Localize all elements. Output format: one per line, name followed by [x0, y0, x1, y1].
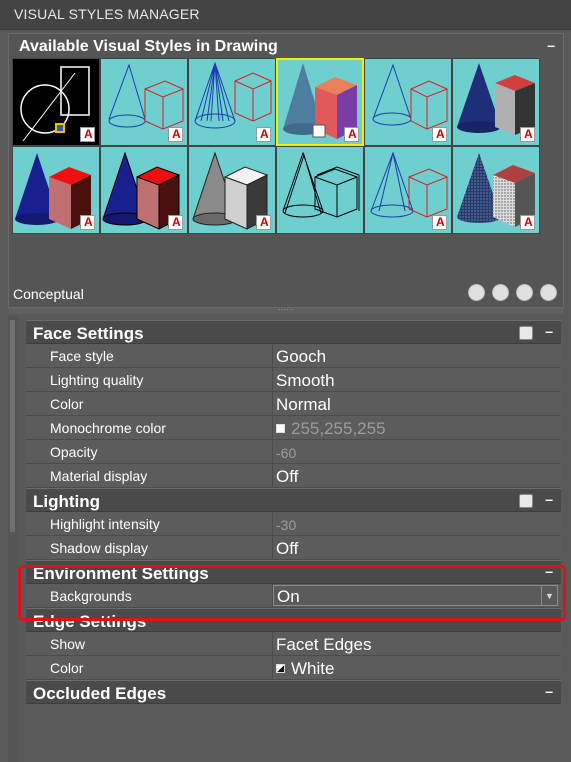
scrollbar-thumb[interactable] — [10, 320, 15, 532]
apply-to-viewport-icon[interactable] — [492, 284, 509, 301]
section-face-settings[interactable]: Face Settings – — [26, 320, 561, 344]
property-value[interactable]: Facet Edges — [273, 632, 561, 655]
property-row[interactable]: Color Normal — [26, 392, 561, 416]
available-styles-header[interactable]: Available Visual Styles in Drawing – — [9, 34, 563, 58]
autocad-logo-icon — [432, 127, 447, 142]
autocad-logo-icon — [520, 127, 535, 142]
style-thumb-shades-of-gray[interactable] — [188, 146, 276, 234]
property-value[interactable]: Off — [273, 464, 561, 487]
property-row[interactable]: Face style Gooch — [26, 344, 561, 368]
property-value[interactable]: 255,255,255 — [273, 416, 561, 439]
property-value[interactable]: -30 — [273, 512, 561, 535]
section-lighting[interactable]: Lighting – — [26, 488, 561, 512]
property-row[interactable]: Opacity -60 — [26, 440, 561, 464]
property-row[interactable]: Show Facet Edges — [26, 632, 561, 656]
autocad-logo-icon — [168, 127, 183, 142]
available-styles-panel: Available Visual Styles in Drawing – A A… — [8, 33, 564, 308]
property-label: Material display — [26, 464, 273, 487]
available-styles-title: Available Visual Styles in Drawing — [19, 38, 278, 55]
environment-highlight-box — [18, 565, 566, 621]
face-settings-toggle-icon[interactable] — [519, 326, 533, 340]
style-tool-icons — [468, 284, 557, 301]
style-thumb-conceptual[interactable] — [276, 58, 364, 146]
autocad-logo-icon — [80, 215, 95, 230]
monochrome-color-value: 255,255,255 — [291, 418, 386, 438]
property-row[interactable]: Lighting quality Smooth — [26, 368, 561, 392]
property-value[interactable]: -60 — [273, 440, 561, 463]
property-row[interactable]: Material display Off — [26, 464, 561, 488]
lighting-toggle-icon[interactable] — [519, 494, 533, 508]
export-to-palette-icon[interactable] — [516, 284, 533, 301]
property-label: Opacity — [26, 440, 273, 463]
property-row[interactable]: Monochrome color 255,255,255 — [26, 416, 561, 440]
property-value[interactable]: White — [273, 656, 561, 679]
property-label: Color — [26, 656, 273, 679]
color-swatch — [276, 424, 285, 433]
autocad-logo-icon — [256, 215, 271, 230]
style-thumbnail-grid — [12, 58, 540, 234]
style-thumb-textured[interactable] — [452, 58, 540, 146]
style-thumb-hidden[interactable] — [364, 58, 452, 146]
property-label: Color — [26, 392, 273, 415]
autocad-logo-icon — [432, 215, 447, 230]
autocad-logo-icon — [80, 127, 95, 142]
property-label: Highlight intensity — [26, 512, 273, 535]
section-title: Lighting — [33, 492, 101, 511]
property-row[interactable]: Highlight intensity -30 — [26, 512, 561, 536]
create-style-icon[interactable] — [468, 284, 485, 301]
style-thumb-shaded[interactable] — [12, 146, 100, 234]
properties-panel: Face Settings – Face style Gooch Lightin… — [26, 320, 561, 704]
property-label: Monochrome color — [26, 416, 273, 439]
autocad-logo-icon — [168, 215, 183, 230]
collapse-icon[interactable]: – — [545, 683, 553, 699]
section-title: Face Settings — [33, 324, 144, 343]
style-thumb-x-ray[interactable] — [364, 146, 452, 234]
autocad-logo-icon — [520, 215, 535, 230]
property-value[interactable]: Smooth — [273, 368, 561, 391]
property-row[interactable]: Color White — [26, 656, 561, 680]
edge-color-value: White — [291, 658, 335, 678]
property-value[interactable]: Gooch — [273, 344, 561, 367]
property-label: Show — [26, 632, 273, 655]
palette-title: VISUAL STYLES MANAGER — [0, 0, 571, 30]
property-label: Face style — [26, 344, 273, 367]
property-row[interactable]: Shadow display Off — [26, 536, 561, 560]
style-thumb-2d-wireframe[interactable] — [12, 58, 100, 146]
current-style-name: Conceptual — [13, 286, 84, 302]
style-thumb-sketchy[interactable] — [276, 146, 364, 234]
panel-splitter[interactable]: ⋯⋯ — [8, 306, 564, 314]
section-occluded-edges[interactable]: Occluded Edges – — [26, 680, 561, 704]
style-thumb-shaded-with-edges[interactable] — [100, 146, 188, 234]
delete-style-icon[interactable] — [540, 284, 557, 301]
cone-box-sketchy — [282, 151, 360, 218]
property-value[interactable]: Off — [273, 536, 561, 559]
color-swatch — [276, 664, 285, 673]
autocad-logo-icon — [344, 127, 359, 142]
collapse-icon[interactable]: – — [545, 491, 553, 507]
property-value[interactable]: Normal — [273, 392, 561, 415]
style-thumb-hidden-wireframe[interactable] — [100, 58, 188, 146]
collapse-icon[interactable]: – — [547, 37, 555, 53]
property-label: Shadow display — [26, 536, 273, 559]
collapse-icon[interactable]: – — [545, 323, 553, 339]
style-thumb-wireframe[interactable] — [188, 58, 276, 146]
section-title: Occluded Edges — [33, 684, 167, 703]
property-label: Lighting quality — [26, 368, 273, 391]
style-thumb-stippled[interactable] — [452, 146, 540, 234]
autocad-logo-icon — [256, 127, 271, 142]
